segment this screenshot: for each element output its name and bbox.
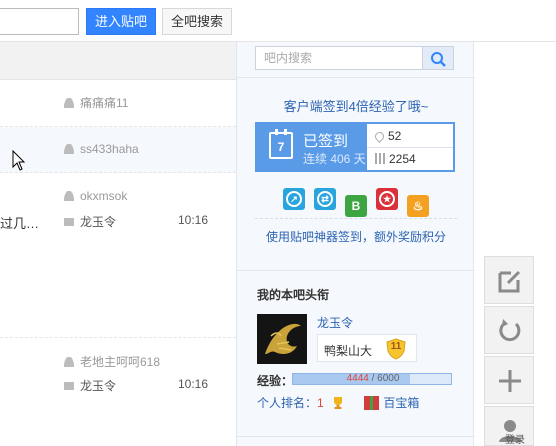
divider: [255, 218, 457, 219]
exp-progress-text: 4444 / 6000: [293, 373, 453, 384]
thread-snippet: 过几…: [0, 216, 40, 231]
level-shield-icon: 11: [386, 338, 406, 360]
app-icon-5[interactable]: ♨: [407, 195, 429, 217]
thread-author[interactable]: 老地主呵呵618: [64, 353, 160, 370]
thread-row[interactable]: okxmsok 过几… 龙玉令 10:16: [0, 173, 236, 338]
thread-row[interactable]: 老地主呵呵618 龙玉令 10:16: [0, 338, 236, 446]
calendar-day: 7: [277, 140, 285, 154]
thread-author[interactable]: ss433haha: [64, 142, 139, 156]
signin-total-value: 2254: [389, 152, 416, 166]
forum-search-button[interactable]: [423, 46, 454, 70]
treasure-box-link[interactable]: 百宝箱: [383, 396, 419, 410]
rank-value: 1: [317, 396, 324, 410]
last-reply[interactable]: 龙玉令: [64, 213, 116, 230]
thread-row[interactable]: ss433haha: [0, 127, 236, 173]
badge-level: 11: [390, 341, 402, 352]
signin-tool-link[interactable]: 使用贴吧神器签到，额外奖励积分: [237, 228, 475, 245]
signin-card[interactable]: 7 已签到 连续 406 天 52 2254: [255, 122, 455, 172]
user-icon: [64, 357, 74, 367]
calendar-icon: 7: [269, 129, 293, 159]
app-icon-2[interactable]: ⇄: [314, 188, 336, 210]
floating-toolbar: 登录: [484, 256, 534, 446]
plus-icon: [499, 370, 521, 392]
chat-icon: [64, 218, 74, 226]
signin-app-icons: ↗ ⇄ B ★ ♨: [283, 188, 438, 217]
user-icon: [64, 98, 74, 108]
divider: [237, 436, 475, 437]
title-badge[interactable]: 鸭梨山大 11: [317, 334, 417, 362]
exp-label: 经验：: [257, 374, 294, 388]
last-reply-time: 10:16: [178, 213, 209, 227]
rank-label: 个人排名：: [257, 396, 318, 410]
signed-label: 已签到: [303, 133, 349, 150]
forum-page: 进入贴吧 全吧搜索 痛痛痛11 ss433haha okxmsok 过几… 龙玉…: [0, 0, 556, 446]
last-reply[interactable]: 龙玉令: [64, 377, 116, 394]
thread-list: 痛痛痛11 ss433haha okxmsok 过几… 龙玉令 10:16 老地…: [0, 42, 236, 446]
user-icon: [64, 144, 74, 154]
bar-chart-icon: [375, 153, 385, 164]
edit-icon: [498, 270, 521, 293]
enter-forum-button[interactable]: 进入贴吧: [86, 8, 156, 35]
login-label: 登录: [505, 435, 525, 446]
mouse-cursor-icon: [12, 150, 26, 171]
dragon-logo-icon: [265, 323, 301, 354]
thread-row[interactable]: 痛痛痛11: [0, 80, 236, 127]
my-title-heading: 我的本吧头衔: [257, 288, 330, 302]
last-reply-user[interactable]: 龙玉令: [80, 215, 116, 229]
app-icon-1[interactable]: ↗: [283, 188, 305, 210]
refresh-icon: [499, 319, 521, 342]
signin-total: 2254: [375, 152, 416, 166]
thread-author[interactable]: 痛痛痛11: [64, 94, 128, 111]
forum-sidebar: 吧内搜索 客户端签到4倍经验了哦~ 7 已签到 连续 406 天 52 2254: [236, 42, 475, 446]
thread-author-name[interactable]: okxmsok: [80, 189, 127, 203]
last-reply-user[interactable]: 龙玉令: [80, 379, 116, 393]
signin-stats: 52 2254: [367, 124, 453, 170]
refresh-button[interactable]: [484, 306, 534, 354]
app-icon-4[interactable]: ★: [376, 188, 398, 210]
search-icon: [431, 52, 446, 67]
thread-author-name[interactable]: ss433haha: [80, 142, 139, 156]
thread-author[interactable]: okxmsok: [64, 189, 127, 203]
gift-icon[interactable]: [364, 396, 380, 410]
last-reply-time: 10:16: [178, 377, 209, 391]
search-all-forums-button[interactable]: 全吧搜索: [162, 8, 232, 35]
signin-status[interactable]: 7 已签到 连续 406 天: [257, 124, 367, 170]
signin-streak: 连续 406 天: [303, 152, 366, 166]
add-button[interactable]: [484, 356, 534, 404]
avatar[interactable]: [257, 314, 307, 364]
location-icon: [373, 130, 386, 143]
exp-current: 4444: [346, 373, 369, 384]
exp-progress-bar: 4444 / 6000: [292, 373, 452, 385]
forum-search-input[interactable]: 吧内搜索: [255, 46, 423, 70]
personal-rank: 个人排名：1 百宝箱: [257, 394, 419, 411]
user-icon: [64, 191, 74, 201]
username-link[interactable]: 龙玉令: [317, 314, 353, 331]
divider: [237, 270, 475, 271]
thread-list-header: [0, 42, 236, 80]
thread-author-name[interactable]: 痛痛痛11: [80, 96, 128, 110]
signin-rank-value: 52: [388, 129, 402, 143]
exp-max: / 6000: [371, 373, 400, 384]
post-thread-button[interactable]: [484, 256, 534, 304]
signin-rank: 52: [373, 129, 402, 143]
trophy-icon[interactable]: [331, 396, 345, 410]
badge-name: 鸭梨山大: [324, 344, 373, 358]
top-search-bar: 进入贴吧 全吧搜索: [0, 0, 556, 42]
global-search-input[interactable]: [0, 8, 79, 35]
divider: [237, 77, 475, 78]
divider: [367, 147, 453, 148]
app-icon-3[interactable]: B: [345, 195, 367, 217]
thread-author-name[interactable]: 老地主呵呵618: [80, 355, 160, 369]
client-signin-promo[interactable]: 客户端签到4倍经验了哦~: [237, 96, 475, 115]
chat-icon: [64, 382, 74, 390]
login-button[interactable]: 登录: [484, 406, 534, 446]
